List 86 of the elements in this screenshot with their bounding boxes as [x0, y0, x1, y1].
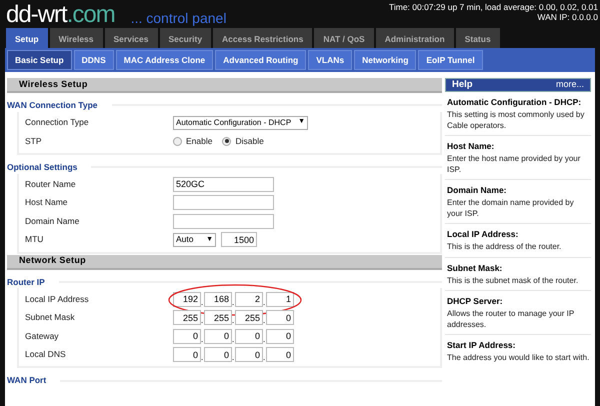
- field-label: STP: [25, 134, 43, 148]
- dot-separator: .: [201, 354, 204, 362]
- radio-button[interactable]: [173, 136, 182, 146]
- input-field[interactable]: 520GC: [173, 176, 274, 192]
- input-field[interactable]: 0: [204, 328, 232, 344]
- input-field[interactable]: 255: [204, 310, 232, 325]
- nav-tab[interactable]: Security: [160, 28, 212, 50]
- dot-separator: .: [232, 317, 235, 325]
- field-label: Gateway: [25, 330, 60, 342]
- field-label: Subnet Mask: [25, 311, 76, 324]
- dot-separator: .: [201, 298, 204, 306]
- subtab[interactable]: DDNS: [74, 50, 114, 70]
- input-field[interactable]: 0: [173, 328, 201, 344]
- nav-tab[interactable]: Setup: [6, 28, 48, 50]
- input-field[interactable]: 1: [266, 292, 294, 306]
- radio-label: Disable: [235, 134, 264, 148]
- subtab[interactable]: Advanced Routing: [215, 50, 306, 70]
- field-label: Local IP Address: [25, 292, 90, 306]
- input-field[interactable]: 255: [235, 310, 263, 325]
- help-heading: Subnet Mask:: [447, 262, 504, 274]
- input-field[interactable]: 0: [266, 347, 294, 362]
- group-legend: Optional Settings: [7, 160, 92, 174]
- radio-label: Enable: [186, 134, 212, 148]
- input-field[interactable]: 0: [235, 328, 263, 344]
- help-text: Enter the host name provided by your ISP.: [447, 154, 582, 175]
- section-title: Network Setup: [19, 254, 86, 268]
- input-field[interactable]: 192: [173, 292, 201, 306]
- nav-tab[interactable]: Wireless: [50, 28, 103, 50]
- help-heading: Local IP Address:: [447, 229, 520, 240]
- input-field[interactable]: 0: [266, 310, 294, 325]
- field-label: Local DNS: [25, 348, 67, 361]
- help-heading: DHCP Server:: [447, 296, 504, 307]
- group-legend: WAN Port: [7, 374, 60, 387]
- group-legend: WAN Connection Type: [7, 99, 112, 112]
- field-label: Domain Name: [25, 214, 80, 228]
- input-field[interactable]: 255: [173, 310, 201, 325]
- dot-separator: .: [263, 298, 266, 306]
- logo: dd-wrt.com: [6, 4, 115, 26]
- more-link[interactable]: more...: [556, 78, 584, 92]
- help-title: Help: [452, 78, 473, 92]
- help-heading: Domain Name:: [447, 185, 508, 196]
- dot-separator: .: [201, 336, 204, 344]
- input-field[interactable]: [173, 214, 274, 229]
- help-heading: Host Name:: [447, 141, 496, 152]
- nav-tab[interactable]: Administration: [376, 28, 454, 50]
- status-text: WAN IP: 0.0.0.0: [537, 12, 598, 22]
- dot-separator: .: [232, 336, 235, 344]
- subtab[interactable]: Basic Setup: [7, 50, 72, 70]
- field-label: Router Name: [25, 178, 77, 191]
- field-label: MTU: [25, 233, 44, 246]
- input-field[interactable]: 2: [235, 292, 263, 306]
- nav-tab[interactable]: NAT / QoS: [314, 28, 374, 50]
- dot-separator: .: [201, 317, 204, 325]
- nav-tab[interactable]: Services: [104, 28, 158, 50]
- field-label: Host Name: [25, 196, 69, 210]
- help-text: Enter the domain name provided by your ISP.: [447, 198, 575, 219]
- input-field[interactable]: 0: [204, 347, 232, 362]
- subtab[interactable]: MAC Address Clone: [116, 50, 214, 70]
- help-text: This is the address of the router.: [447, 242, 562, 252]
- dot-separator: .: [232, 298, 235, 306]
- dot-separator: .: [263, 317, 266, 325]
- help-heading: Automatic Configuration - DHCP:: [447, 97, 582, 108]
- status-text: Time: 00:07:29 up 7 min, load average: 0.00, 0.02, 0.01: [388, 2, 598, 12]
- dot-separator: .: [232, 354, 235, 362]
- subtab[interactable]: VLANs: [308, 50, 352, 70]
- field-label: Connection Type: [25, 116, 90, 129]
- subtab[interactable]: EoIP Tunnel: [418, 50, 483, 70]
- input-field[interactable]: 0: [173, 347, 201, 362]
- help-text: Allows the router to manage your IP addresses.: [447, 309, 576, 330]
- logo-subtitle: ... control panel: [130, 11, 226, 26]
- input-field[interactable]: 0: [235, 347, 263, 362]
- nav-tab[interactable]: Status: [456, 28, 500, 50]
- input-field[interactable]: 168: [204, 292, 232, 306]
- group-legend: Router IP: [7, 276, 59, 288]
- help-text: This setting is most commonly used by Cable operators.: [447, 110, 586, 131]
- dot-separator: .: [263, 336, 266, 344]
- section-title: Wireless Setup: [19, 78, 88, 91]
- subtab[interactable]: Networking: [354, 50, 416, 70]
- help-text: The address you would like to start with.: [447, 353, 590, 364]
- help-text: This is the subnet mask of the router.: [447, 276, 580, 286]
- input-field[interactable]: 0: [266, 328, 294, 344]
- radio-button[interactable]: [222, 136, 232, 146]
- input-field[interactable]: [173, 195, 274, 210]
- help-heading: Start IP Address:: [447, 340, 516, 351]
- dot-separator: .: [263, 354, 266, 362]
- nav-tab[interactable]: Access Restrictions: [213, 28, 312, 50]
